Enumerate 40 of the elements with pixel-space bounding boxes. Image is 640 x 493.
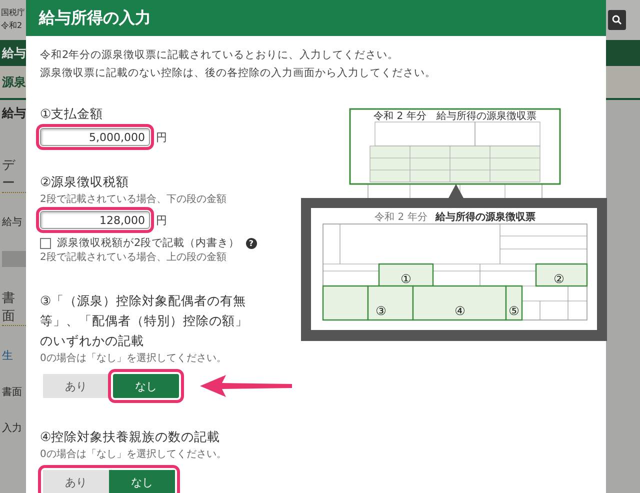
- field-label: 入力: [2, 422, 23, 435]
- option-button[interactable]: あり: [43, 470, 109, 493]
- field-label: 給与: [2, 216, 23, 229]
- field-label: 書面: [2, 386, 23, 399]
- search-icon: [612, 15, 622, 25]
- field-label: ④控除対象扶養親族の数の記載: [40, 428, 222, 446]
- dialog-title: 給与所得の入力: [39, 8, 151, 28]
- marker-number: ⑤: [508, 304, 520, 318]
- input-field: [2, 251, 26, 267]
- hint-text: 2段で記載されている場合、上の段の金額: [40, 250, 226, 265]
- site-name: 令和2: [1, 20, 24, 32]
- link[interactable]: 生: [2, 348, 26, 363]
- option-button[interactable]: あり: [43, 374, 109, 398]
- field-label: ②源泉徴収税額: [40, 173, 130, 191]
- marker-number: ②: [554, 272, 564, 286]
- unit-label: 円: [156, 130, 167, 144]
- hint-text: 0の場合は「なし」を選択してください。: [40, 448, 226, 462]
- marker-number: ①: [400, 272, 412, 286]
- site-name: 国税庁: [1, 7, 26, 19]
- unit-label: 円: [156, 212, 167, 228]
- field-label: ①支払金額: [40, 105, 104, 123]
- nav-band: [606, 40, 640, 66]
- field-label: ③「（源泉）控除対象配偶者の有無等」、「配偶者（特別）控除の額」のいずれかの記載: [40, 292, 249, 350]
- help-icon[interactable]: ?: [246, 238, 257, 248]
- page-title: 給与: [0, 104, 26, 122]
- checkbox-label[interactable]: 源泉徴収税額が2段で記載（内書き）: [57, 236, 240, 250]
- slip-title: 令和 2 年分 給与所得の源泉徴収票: [374, 212, 536, 223]
- hint-text: 0の場合は「なし」を選択してください。: [40, 352, 226, 366]
- checkbox[interactable]: [40, 238, 51, 248]
- search-button[interactable]: [608, 10, 626, 30]
- option-button[interactable]: なし: [109, 470, 175, 493]
- slip-title: 令和 2 年分 給与所得の源泉徴収票: [374, 111, 536, 122]
- hint-text: 2段で記載されている場合、下の段の金額: [40, 192, 226, 207]
- section-title: 源泉: [1, 74, 26, 90]
- option-button[interactable]: なし: [113, 374, 179, 398]
- marker-number: ③: [376, 304, 386, 318]
- instruction-text: 源泉徴収票に記載のない控除は、後の各控除の入力画面から入力してください。: [40, 66, 437, 81]
- marker-number: ④: [454, 304, 466, 318]
- band-title: 給与: [0, 44, 26, 62]
- instruction-text: 令和2年分の源泉徴収票に記載されているとおりに、入力してください。: [40, 48, 400, 63]
